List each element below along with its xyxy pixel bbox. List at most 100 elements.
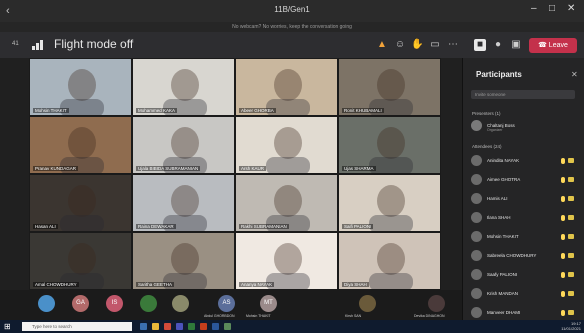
avatar — [471, 288, 482, 299]
video-tile-name: Ananya NAYAK — [239, 282, 275, 287]
participant-row[interactable]: Anindita NAYAK — [471, 155, 579, 167]
browser-icon[interactable] — [164, 323, 171, 330]
avatar — [471, 231, 482, 242]
participant-name: Aimee GHOTRA — [487, 177, 521, 182]
video-tile-name: Arsh KAUR — [239, 166, 267, 171]
video-tile-name: Amal CHOWDHURY — [33, 282, 79, 287]
participant-row[interactable]: Mohsin THAKIT — [471, 231, 579, 243]
participant-strip: GA IS AS Abdul GHORBDON MT Mohsin THAKIT Kirsh… — [0, 290, 462, 320]
presenters-header[interactable]: Presenters (1) — [472, 111, 501, 116]
video-tile[interactable]: Ananya NAYAK — [235, 232, 338, 290]
video-tile[interactable]: Saritha GEETHA — [132, 232, 235, 290]
app-icon[interactable] — [224, 323, 231, 330]
teams-icon[interactable] — [176, 323, 183, 330]
video-tile[interactable]: Ujala BIBIDA SUBRAMANIAN — [132, 116, 235, 174]
avatar[interactable]: MT — [260, 295, 277, 312]
participant-name: Sabreela CHOWDHURY — [487, 253, 537, 258]
participant-row[interactable]: Hamis ALI — [471, 193, 579, 205]
avatar[interactable] — [172, 295, 189, 312]
share-screen-icon[interactable]: ▣ — [510, 39, 522, 51]
video-tile[interactable]: Raina DEWAKAR — [132, 174, 235, 232]
video-tile[interactable]: Diya SHAH — [338, 232, 441, 290]
camera-icon — [568, 215, 574, 220]
minimize-icon[interactable]: – — [531, 3, 537, 14]
camera-icon — [568, 291, 574, 296]
more-options-icon[interactable]: ⋯ — [447, 39, 459, 51]
video-tile[interactable]: Mohsin THAKIT — [29, 58, 132, 116]
video-tile[interactable]: Mohammed KAKA — [132, 58, 235, 116]
leave-button[interactable]: ☎ Leave — [529, 38, 577, 53]
invite-input[interactable]: Invite someone — [471, 90, 575, 99]
video-tile-name: Hasan ALI — [33, 224, 58, 229]
avatar[interactable]: GA — [72, 295, 89, 312]
close-icon[interactable]: ✕ — [567, 3, 575, 14]
video-tile-name: Abeer GHORBA — [239, 108, 276, 113]
task-view-icon[interactable] — [140, 323, 147, 330]
raise-hand-icon[interactable]: ✋ — [411, 39, 423, 51]
participant-row[interactable]: Chaltanj Boss Organizer — [471, 120, 579, 132]
video-tile[interactable]: Pranav KUNDAGAR — [29, 116, 132, 174]
video-tile-name: Saifi PALIONI — [342, 224, 374, 229]
excel-icon[interactable] — [188, 323, 195, 330]
video-tile-name: Ujas SHARMA — [342, 166, 376, 171]
video-tile[interactable]: Amal CHOWDHURY — [29, 232, 132, 290]
microphone-icon[interactable]: ● — [492, 39, 504, 51]
video-tile[interactable]: Ujas SHARMA — [338, 116, 441, 174]
video-tile[interactable]: Saifi PALIONI — [338, 174, 441, 232]
video-tile-name: Ronit KHUBAMALI — [342, 108, 384, 113]
participant-row[interactable]: Sabreela CHOWDHURY — [471, 250, 579, 262]
camera-icon — [568, 310, 574, 315]
camera-icon — [568, 158, 574, 163]
microphone-icon — [561, 234, 565, 240]
video-tile-name: Mohsin THAKIT — [33, 108, 69, 113]
camera-icon — [568, 196, 574, 201]
file-explorer-icon[interactable] — [152, 323, 159, 330]
window-title: 11B/Gen1 — [274, 5, 310, 14]
participant-row[interactable]: Saafy PALIONI — [471, 269, 579, 281]
avatar — [471, 307, 482, 318]
close-panel-icon[interactable]: ✕ — [571, 70, 578, 79]
video-tile[interactable]: Ronit KHUBAMALI — [338, 58, 441, 116]
camera-icon — [568, 177, 574, 182]
video-tile-name: Raina DEWAKAR — [136, 224, 176, 229]
video-tile[interactable]: Abeer GHORBA — [235, 58, 338, 116]
phone-icon: ☎ — [538, 42, 547, 49]
microphone-icon — [561, 310, 565, 316]
avatar[interactable] — [359, 295, 376, 312]
participant-name: Manveer DHAMI — [487, 310, 521, 315]
powerpoint-icon[interactable] — [200, 323, 207, 330]
maximize-icon[interactable]: □ — [549, 3, 555, 14]
word-icon[interactable] — [212, 323, 219, 330]
avatar — [471, 212, 482, 223]
video-tile-name: Saritha GEETHA — [136, 282, 175, 287]
attendees-header[interactable]: Attendees (24) — [472, 144, 502, 149]
taskbar-search[interactable]: Type here to search — [22, 322, 132, 331]
video-tile[interactable]: Hasan ALI — [29, 174, 132, 232]
avatar[interactable] — [38, 295, 55, 312]
participant-row[interactable]: Manveer DHAMI — [471, 307, 579, 319]
avatar[interactable]: IS — [106, 295, 123, 312]
chat-icon[interactable]: ▭ — [429, 39, 441, 51]
microphone-icon — [561, 215, 565, 221]
share-icon[interactable]: ▲ — [376, 39, 388, 51]
taskbar-clock: 19:17 11/01/2021 — [555, 321, 581, 331]
camera-icon — [568, 272, 574, 277]
participant-row[interactable]: Ilana SHAH — [471, 212, 579, 224]
microphone-icon — [561, 177, 565, 183]
windows-start-icon[interactable]: ⊞ — [4, 322, 11, 331]
reactions-icon[interactable]: ☺ — [394, 39, 406, 51]
avatar[interactable] — [140, 295, 157, 312]
video-tile-name: Ujala BIBIDA SUBRAMANIAN — [136, 166, 201, 171]
avatar[interactable]: AS — [218, 295, 235, 312]
participant-name: Mohsin THAKIT — [487, 234, 519, 239]
participant-name: Krish MANDAN — [487, 291, 519, 296]
avatar-name: Devika DINAGHON — [414, 314, 445, 318]
avatar[interactable] — [428, 295, 445, 312]
video-tile[interactable]: Arsh KAUR — [235, 116, 338, 174]
participant-row[interactable]: Aimee GHOTRA — [471, 174, 579, 186]
participant-row[interactable]: Krish MANDAN — [471, 288, 579, 300]
meeting-control-bar: 41 Flight mode off ▲ ☺ ✋ ▭ ⋯ ■ ● ▣ ☎ Lea… — [0, 32, 584, 58]
avatar — [471, 120, 482, 131]
video-tile[interactable]: Rakhi SUBRAMANIAN — [235, 174, 338, 232]
camera-icon[interactable]: ■ — [474, 39, 486, 51]
